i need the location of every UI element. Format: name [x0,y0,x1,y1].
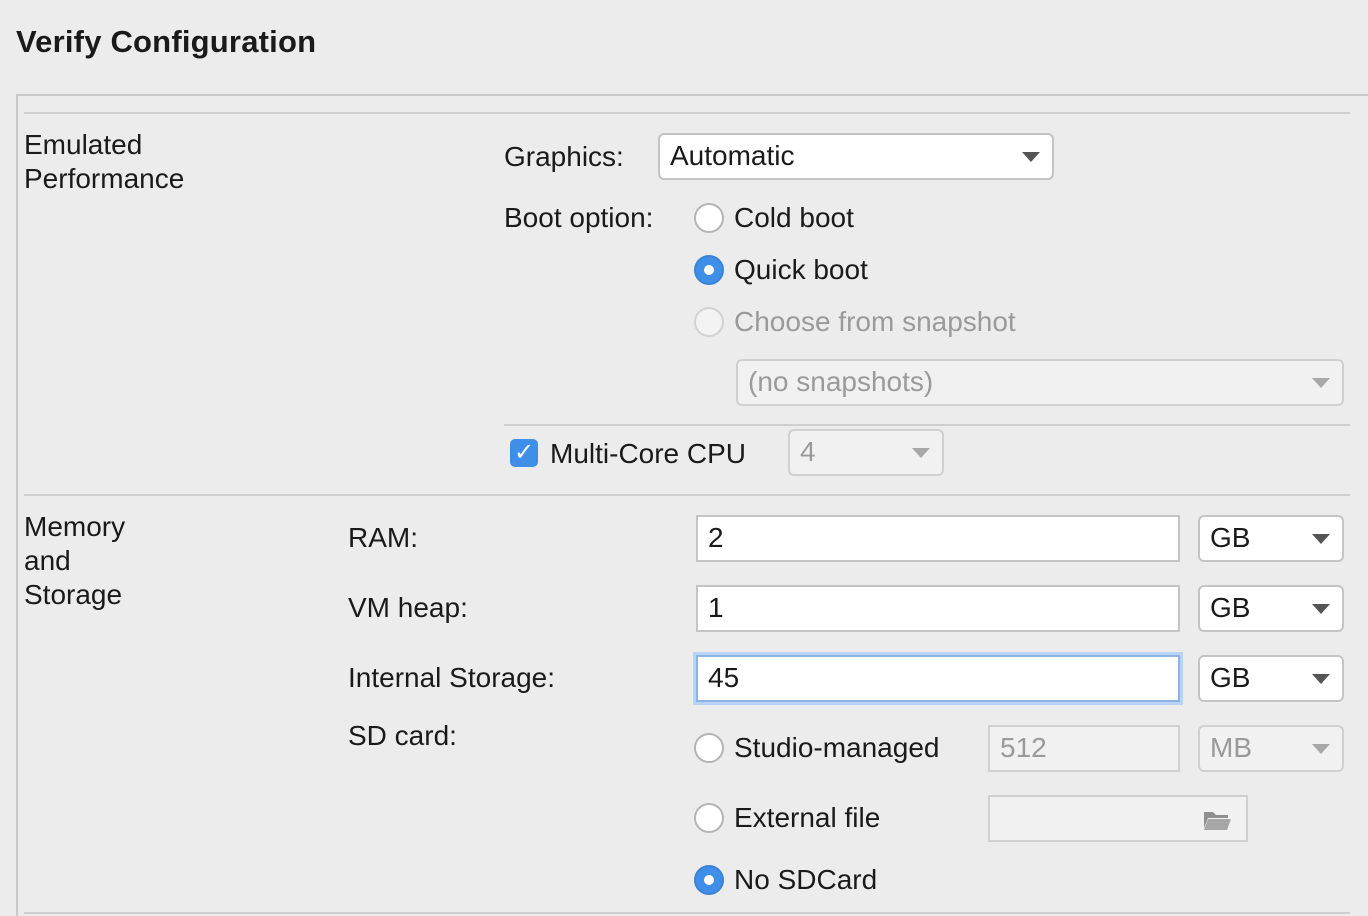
choose-snapshot-radio[interactable] [694,307,724,337]
section-divider [24,494,1350,496]
quick-boot-label[interactable]: Quick boot [734,253,868,287]
cold-boot-label[interactable]: Cold boot [734,201,854,235]
section-divider-bottom [24,912,1350,914]
snapshot-dropdown[interactable]: (no snapshots) [736,359,1344,406]
panel-border [16,94,1368,96]
ram-unit-dropdown[interactable]: GB [1198,515,1344,562]
external-file-radio[interactable] [694,803,724,833]
boot-option-label: Boot option: [504,202,654,233]
section-label-line: Memory [24,511,126,542]
multicore-divider [504,424,1350,426]
choose-snapshot-label: Choose from snapshot [734,306,1016,337]
internal-storage-unit-value: GB [1210,662,1251,693]
studio-managed-unit-dropdown[interactable]: MB [1198,725,1344,772]
studio-managed-label[interactable]: Studio-managed [734,731,939,765]
ram-label: RAM: [348,522,418,553]
section-label-memory-storage: Memory and Storage [24,510,125,612]
internal-storage-input[interactable]: 45 [696,655,1180,702]
ram-input[interactable]: 2 [696,515,1180,562]
studio-managed-radio[interactable] [694,733,724,763]
cold-boot-radio[interactable] [694,203,724,233]
ram-unit-value: GB [1210,522,1251,553]
vm-heap-label: VM heap: [348,592,468,623]
chevron-down-icon [1022,152,1040,162]
folder-icon[interactable] [1202,808,1232,832]
chevron-down-icon [1312,534,1330,544]
section-label-line: and [24,545,71,576]
sd-card-label: SD card: [348,720,457,751]
multicore-checkbox[interactable]: ✓ [510,439,538,467]
no-sdcard-label[interactable]: No SDCard [734,863,877,897]
quick-boot-radio[interactable] [694,255,724,285]
chevron-down-icon [1312,604,1330,614]
section-label-line: Performance [24,163,185,194]
internal-storage-label: Internal Storage: [348,662,556,693]
chevron-down-icon [1312,744,1330,754]
snapshot-value: (no snapshots) [748,366,934,397]
section-label-line: Storage [24,579,123,610]
vm-heap-unit-value: GB [1210,592,1251,623]
graphics-label: Graphics: [504,141,624,172]
vm-heap-input[interactable]: 1 [696,585,1180,632]
vm-heap-unit-dropdown[interactable]: GB [1198,585,1344,632]
no-sdcard-radio[interactable] [694,865,724,895]
section-divider-top [24,112,1350,114]
studio-managed-unit-value: MB [1210,732,1252,763]
panel-border-left [16,94,18,916]
graphics-dropdown[interactable]: Automatic [658,133,1054,180]
section-label-line: Emulated [24,129,143,160]
chevron-down-icon [1312,674,1330,684]
studio-managed-size-input[interactable]: 512 [988,725,1180,772]
graphics-value: Automatic [670,140,795,171]
chevron-down-icon [912,448,930,458]
external-file-label[interactable]: External file [734,801,880,835]
checkmark-icon: ✓ [513,439,535,466]
external-file-path-input[interactable] [988,795,1248,842]
page-title: Verify Configuration [16,24,317,59]
cpu-cores-value: 4 [800,436,816,467]
cpu-cores-dropdown[interactable]: 4 [788,429,944,476]
internal-storage-unit-dropdown[interactable]: GB [1198,655,1344,702]
chevron-down-icon [1312,378,1330,388]
section-label-emulated-performance: Emulated Performance [24,128,184,196]
multicore-label[interactable]: Multi-Core CPU [550,437,746,471]
